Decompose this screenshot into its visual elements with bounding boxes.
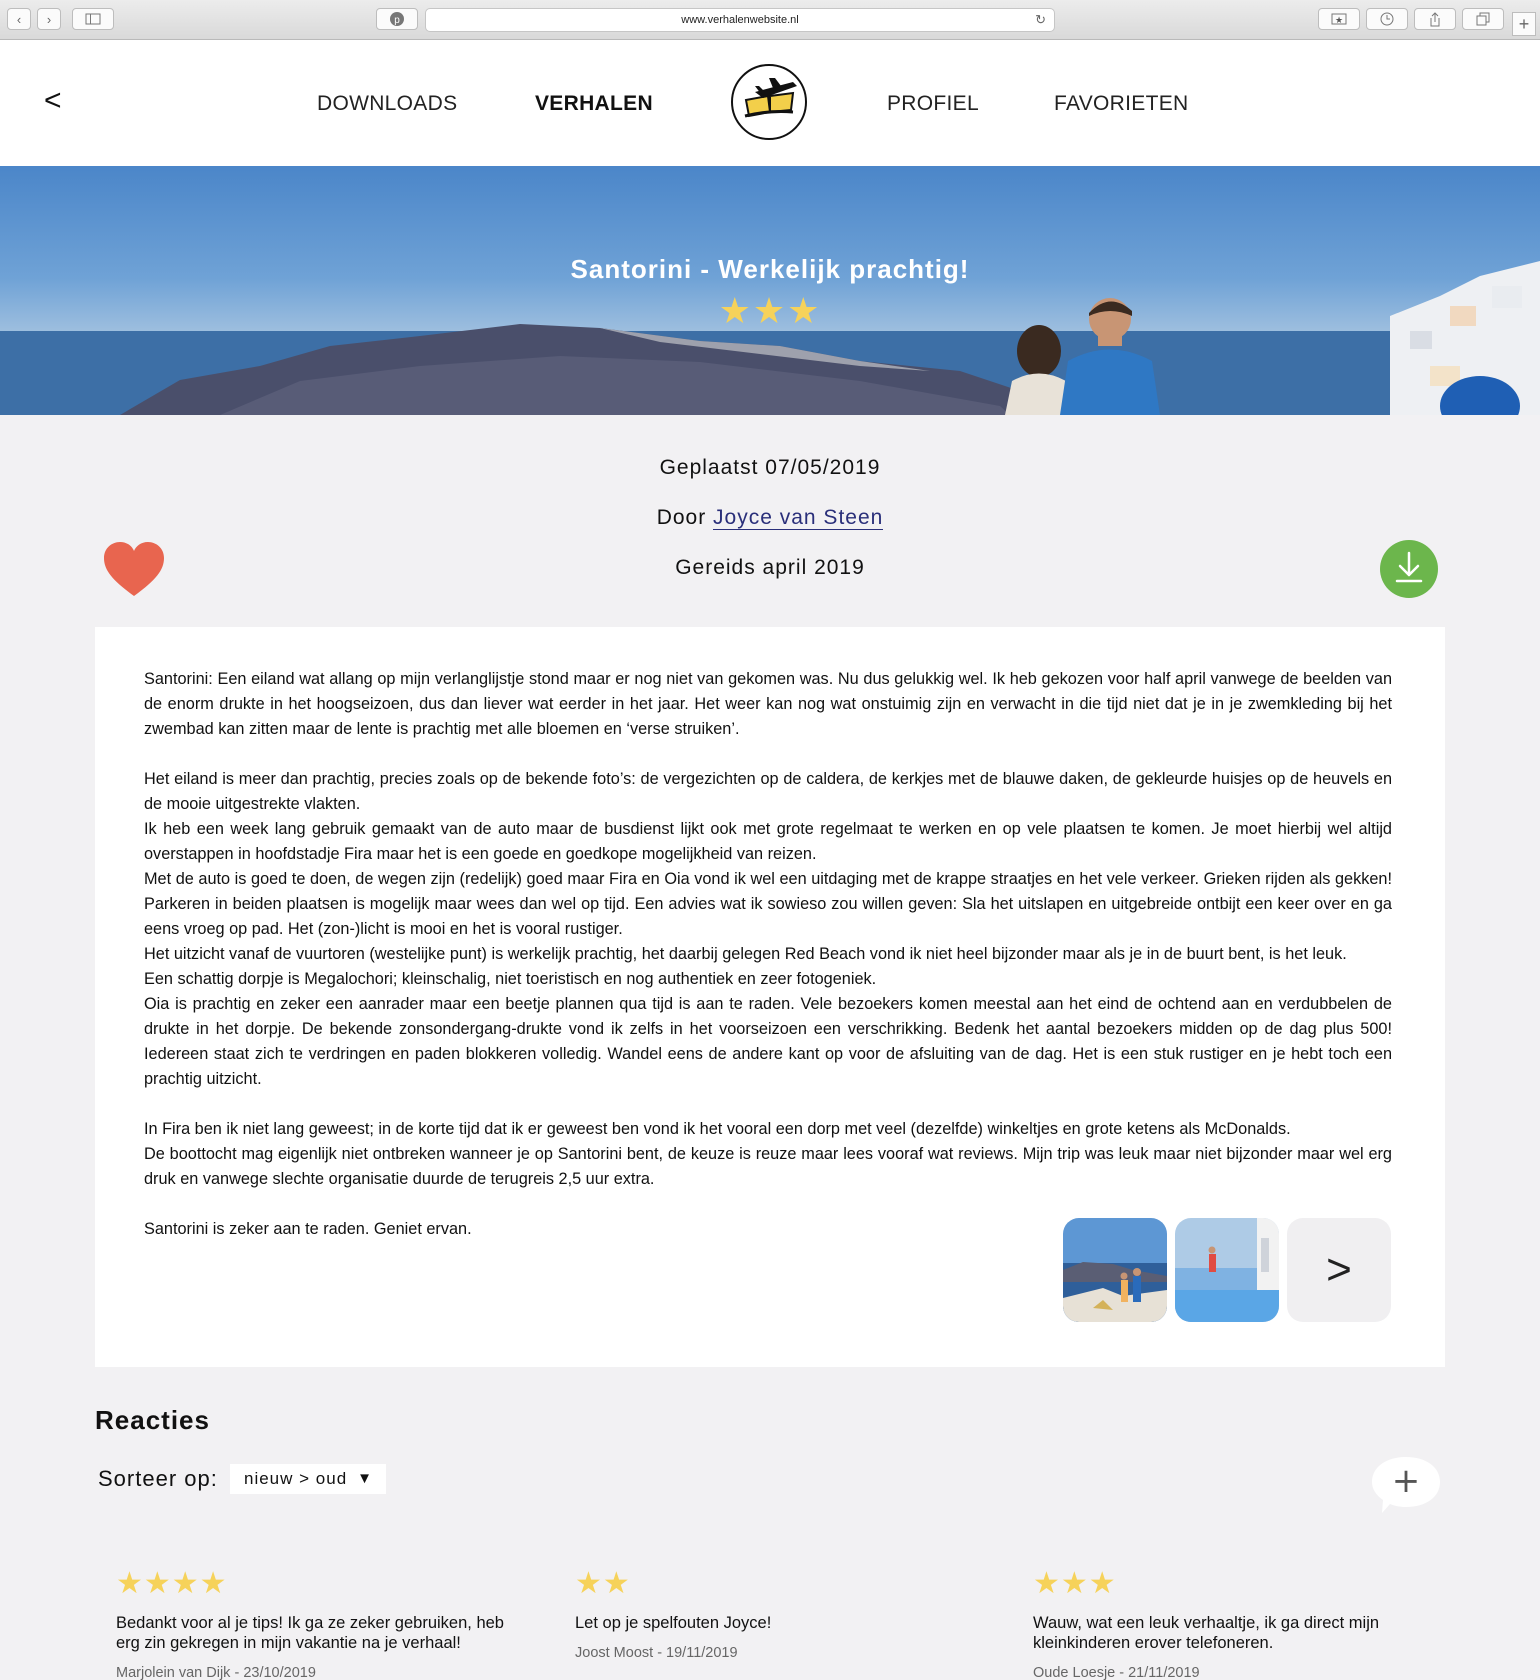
- posted-date: Geplaatst 07/05/2019: [659, 456, 881, 479]
- url-text: www.verhalenwebsite.nl: [681, 14, 799, 26]
- reaction-card: ★★ Let op je spelfouten Joyce! Joost Moo…: [575, 1566, 975, 1661]
- browser-back-button[interactable]: ‹: [7, 8, 31, 30]
- author-link[interactable]: Joyce van Steen: [713, 506, 884, 530]
- story-text: Santorini: Een eiland wat allang op mijn…: [144, 667, 1392, 1242]
- story-paragraph: Het uitzicht vanaf de vuurtoren (westeli…: [144, 945, 1347, 963]
- caret-down-icon: ▼: [357, 1470, 373, 1487]
- author-line: Door Joyce van Steen: [0, 506, 1540, 530]
- story-paragraph: Een schattig dorpje is Megalochori; klei…: [144, 970, 877, 988]
- reaction-card: ★★★★ Bedankt voor al je tips! Ik ga ze z…: [116, 1566, 516, 1680]
- reaction-author-date: Oude Loesje - 21/11/2019: [1033, 1665, 1200, 1680]
- nav-favorieten[interactable]: FAVORIETEN: [1054, 92, 1188, 116]
- download-icon: [1395, 551, 1423, 583]
- new-tab-button[interactable]: +: [1512, 12, 1536, 36]
- share-icon: [1430, 11, 1440, 26]
- story-paragraph: Met de auto is goed te doen, de wegen zi…: [144, 870, 1392, 938]
- site-logo[interactable]: [731, 64, 807, 140]
- story-paragraph: Het eiland is meer dan prachtig, precies…: [144, 770, 1392, 813]
- nav-profiel[interactable]: PROFIEL: [887, 92, 979, 116]
- story-paragraph: In Fira ben ik niet lang geweest; in de …: [144, 1120, 1291, 1138]
- clock-icon: [1380, 12, 1394, 26]
- nav-verhalen[interactable]: VERHALEN: [535, 92, 653, 116]
- tabs-icon: [1476, 12, 1490, 26]
- story-article: Santorini: Een eiland wat allang op mijn…: [95, 627, 1445, 1367]
- reaction-stars: ★★★: [1033, 1567, 1117, 1600]
- sort-label: Sorteer op:: [98, 1466, 218, 1491]
- download-button[interactable]: [1380, 540, 1438, 598]
- story-paragraph: Oia is prachtig en zeker een aanrader ma…: [144, 995, 1392, 1088]
- favorite-button[interactable]: [102, 540, 166, 598]
- gallery-thumbnail-1[interactable]: [1063, 1218, 1167, 1322]
- svg-text:p: p: [394, 15, 400, 26]
- reaction-text: Bedankt voor al je tips! Ik ga ze zeker …: [116, 1614, 504, 1652]
- pinterest-icon: p: [390, 12, 404, 26]
- svg-text:+: +: [1392, 1461, 1421, 1501]
- story-title: Santorini - Werkelijk prachtig!: [570, 254, 970, 284]
- book-plane-logo-icon: [744, 78, 797, 118]
- svg-text:★: ★: [1335, 16, 1343, 25]
- tabs-overview-button[interactable]: [1462, 8, 1504, 30]
- reaction-stars: ★★★★: [116, 1567, 228, 1600]
- site-header: < DOWNLOADS VERHALEN PROFIEL FAVORIETEN: [0, 40, 1540, 166]
- sidebar-toggle-button[interactable]: [72, 8, 114, 30]
- reaction-author-date: Joost Moost - 19/11/2019: [575, 1645, 738, 1661]
- reaction-text: Let op je spelfouten Joyce!: [575, 1614, 772, 1632]
- reaction-author-date: Marjolein van Dijk - 23/10/2019: [116, 1665, 316, 1680]
- heart-icon: [104, 542, 164, 596]
- address-bar[interactable]: www.verhalenwebsite.nl ↻: [425, 8, 1055, 32]
- photo-couple-caldera: [1063, 1218, 1167, 1322]
- back-button[interactable]: <: [44, 84, 62, 118]
- story-paragraph: Santorini: Een eiland wat allang op mijn…: [144, 670, 1392, 738]
- author-prefix: Door: [656, 506, 714, 529]
- sort-select[interactable]: nieuw > oud ▼: [230, 1464, 386, 1494]
- gallery-next-button[interactable]: >: [1287, 1218, 1391, 1322]
- gallery-thumbnail-2[interactable]: [1175, 1218, 1279, 1322]
- bookmark-button[interactable]: ★: [1318, 8, 1360, 30]
- sidebar-icon: [85, 13, 101, 25]
- reload-icon[interactable]: ↻: [1035, 12, 1046, 28]
- browser-toolbar: ‹ › p www.verhalenwebsite.nl ↻ ★ +: [0, 0, 1540, 40]
- browser-forward-button[interactable]: ›: [37, 8, 61, 30]
- story-paragraph: Ik heb een week lang gebruik gemaakt van…: [144, 820, 1392, 863]
- reaction-card: ★★★ Wauw, wat een leuk verhaaltje, ik ga…: [1033, 1566, 1433, 1680]
- hero-banner: Santorini - Werkelijk prachtig! ★★★: [0, 166, 1540, 415]
- reaction-stars: ★★: [575, 1567, 631, 1600]
- photo-woman-pool: [1175, 1218, 1279, 1322]
- add-reaction-button[interactable]: +: [1370, 1455, 1442, 1517]
- speech-bubble-icon: +: [1372, 1457, 1440, 1513]
- chevron-right-icon: >: [1326, 1245, 1352, 1294]
- reaction-text: Wauw, wat een leuk verhaaltje, ik ga dir…: [1033, 1614, 1380, 1652]
- story-paragraph: De boottocht mag eigenlijk niet ontbreke…: [144, 1145, 1392, 1188]
- pinterest-button[interactable]: p: [376, 8, 418, 30]
- reactions-heading: Reacties: [95, 1405, 210, 1435]
- share-button[interactable]: [1414, 8, 1456, 30]
- story-rating-stars: ★★★: [718, 290, 822, 331]
- travel-date: Gereids april 2019: [675, 556, 865, 579]
- bookmark-star-icon: ★: [1331, 13, 1347, 25]
- nav-downloads[interactable]: DOWNLOADS: [317, 92, 457, 116]
- sort-value: nieuw > oud: [244, 1469, 348, 1488]
- history-button[interactable]: [1366, 8, 1408, 30]
